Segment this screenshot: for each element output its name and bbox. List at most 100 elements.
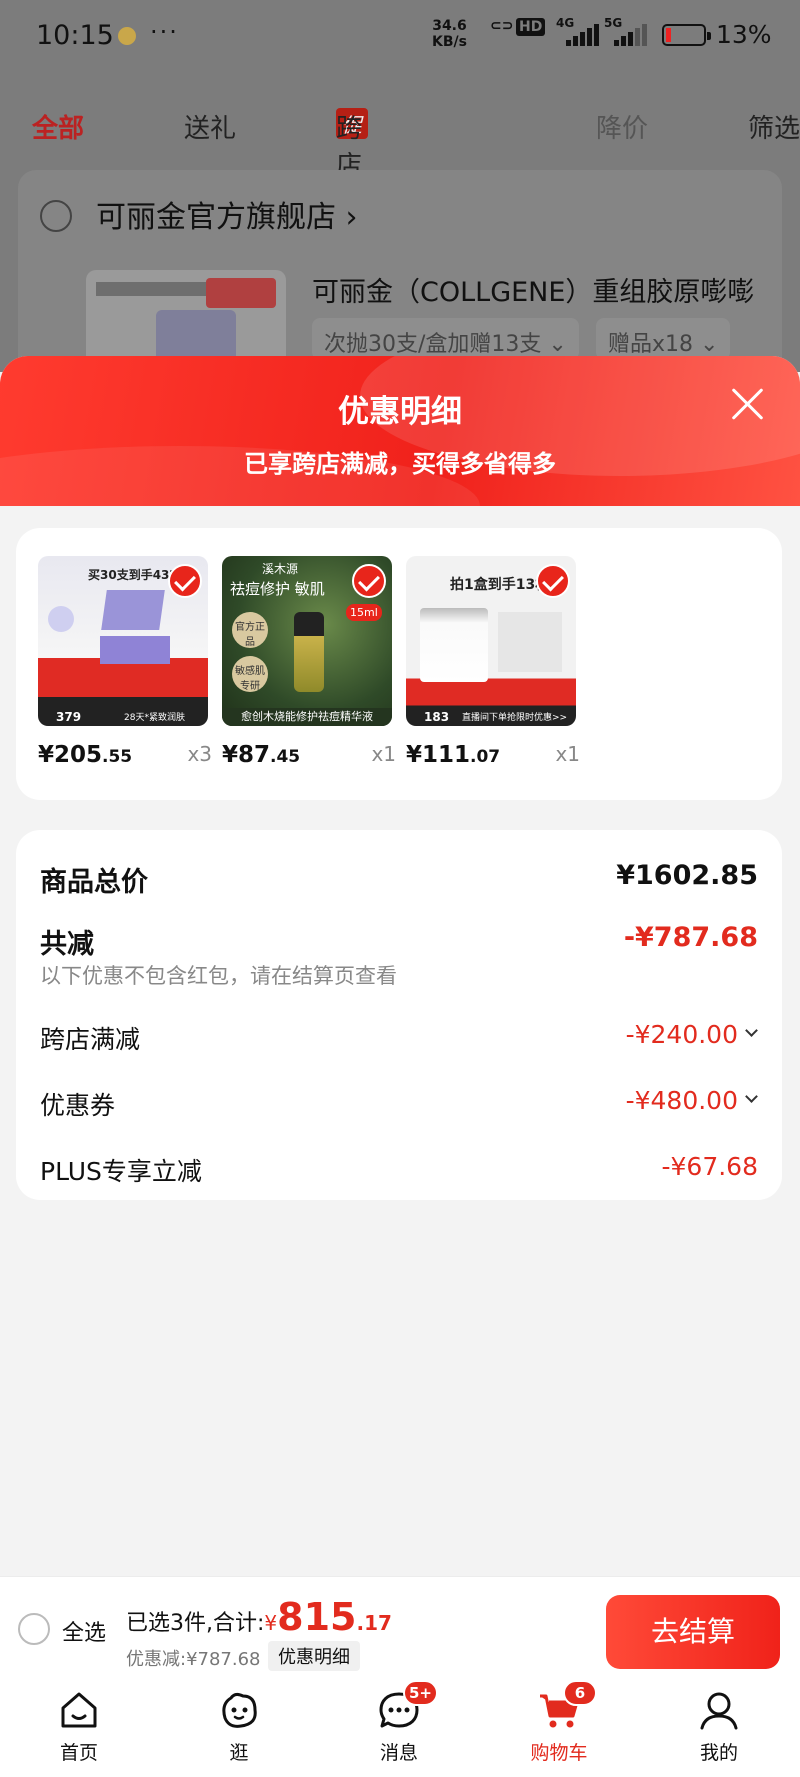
serum-bottle-image — [294, 612, 324, 692]
summary-prefix: 已选3件,合计: — [126, 1611, 265, 1636]
item-price-dec: .55 — [102, 747, 133, 767]
messages-badge: 5+ — [403, 1680, 439, 1706]
nav-item-browse[interactable]: 逛 — [194, 1688, 284, 1765]
selected-item[interactable]: 拍1盒到手13杯 183 直播间下单抢限时优惠>> ¥111.07 x1 — [406, 556, 580, 768]
item-price-dec: .07 — [470, 747, 501, 767]
item-price: ¥87.45 — [222, 742, 300, 768]
thumbnail-price: 379 — [56, 710, 82, 724]
battery-icon — [662, 24, 711, 46]
product-thumbnail[interactable]: 拍1盒到手13杯 183 直播间下单抢限时优惠>> — [406, 556, 576, 726]
gift-chip-text: 赠品x18 — [608, 332, 694, 357]
store-name[interactable]: 可丽金官方旗舰店 › — [96, 192, 358, 236]
selected-items-card: 买30支到手43支 379 28天*紧致润肤 ¥205.55 x3 溪木源 祛痘… — [16, 528, 782, 800]
home-icon — [57, 1688, 101, 1732]
bottom-nav: 首页 逛 5+ 消息 6 购物车 我的 — [0, 1678, 800, 1777]
tab-price-drop[interactable]: 降价 — [596, 108, 648, 145]
net-speed-unit: KB/s — [432, 34, 467, 50]
more-notifications-icon: ··· — [150, 18, 179, 46]
nav-label: 逛 — [229, 1742, 249, 1764]
selected-item[interactable]: 买30支到手43支 379 28天*紧致润肤 ¥205.55 x3 — [38, 556, 212, 768]
gift-chip[interactable]: 赠品x18 ⌄ — [596, 318, 731, 360]
thumbnail-badge: 敏感肌专研 — [232, 656, 268, 692]
item-price: ¥111.07 — [406, 742, 500, 768]
selected-item[interactable]: 溪木源 祛痘修护 敏肌 官方正品 敏感肌专研 15ml 愈创木烧能修护祛痘精华液… — [222, 556, 396, 768]
modal-title: 优惠明细 — [338, 394, 462, 430]
total-amount-int: 815 — [277, 1595, 357, 1639]
link-icon: ⊂⊃ — [490, 18, 514, 34]
checkout-summary: 已选3件,合计:¥815.17 — [126, 1595, 392, 1639]
thumbnail-footer: 直播间下单抢限时优惠>> — [462, 713, 568, 723]
net-speed: 34.6 KB/s — [432, 18, 467, 50]
item-price-dec: .45 — [270, 747, 301, 767]
hd-icon: HD — [516, 18, 546, 36]
total-amount-dec: .17 — [356, 1611, 392, 1635]
item-price-int: ¥205 — [38, 742, 103, 768]
check-icon — [168, 564, 202, 598]
nav-item-mine[interactable]: 我的 — [674, 1688, 764, 1765]
checkout-bar: 全选 已选3件,合计:¥815.17 优惠减:¥787.68 优惠明细 去结算 — [0, 1576, 800, 1678]
product-title[interactable]: 可丽金（COLLGENE）重组胶原嘭嘭 — [312, 270, 754, 309]
check-icon — [352, 564, 386, 598]
nav-item-cart[interactable]: 6 购物车 — [514, 1680, 604, 1765]
thumbnail-subtitle: 祛痘修护 敏肌 — [230, 580, 325, 598]
product-jar-image — [420, 608, 488, 682]
nav-item-messages[interactable]: 5+ 消息 — [354, 1680, 444, 1765]
total-reduction-row: 共减 -¥787.68 — [40, 922, 758, 961]
nav-item-home[interactable]: 首页 — [34, 1688, 124, 1765]
item-price-int: ¥87 — [222, 742, 271, 768]
select-all-label[interactable]: 全选 — [62, 1615, 106, 1647]
discount-note: 以下优惠不包含红包，请在结算页查看 — [40, 964, 397, 988]
product-leaflet-image — [498, 612, 562, 672]
thumbnail-badge: 官方正品 — [232, 612, 268, 648]
background-cart: 全部 送礼 促跨店满减 降价 筛选 可丽金官方旗舰店 › 可丽金（COLLGEN… — [0, 72, 800, 434]
product-spec-text: 次抛30支/盒加赠13支 — [324, 332, 542, 357]
item-quantity: x3 — [187, 742, 212, 766]
person-icon — [697, 1688, 741, 1732]
modal-subtitle: 已享跨店满减，买得多省得多 — [244, 450, 556, 478]
status-time: 10:15 — [36, 20, 114, 51]
product-thumbnail[interactable]: 溪木源 祛痘修护 敏肌 官方正品 敏感肌专研 15ml 愈创木烧能修护祛痘精华液 — [222, 556, 392, 726]
thumbnail-footer: 28天*紧致润肤 — [124, 713, 185, 723]
nav-label: 购物车 — [530, 1742, 588, 1764]
checkout-button[interactable]: 去结算 — [606, 1595, 780, 1669]
discount-value: -¥240.00 — [625, 1020, 738, 1049]
thumbnail-title: 拍1盒到手13杯 — [450, 577, 550, 593]
close-icon[interactable] — [730, 386, 766, 422]
discount-label: 优惠券 — [40, 1091, 116, 1120]
thumbnail-volume: 15ml — [346, 604, 382, 621]
store-radio[interactable] — [40, 200, 72, 232]
total-reduction-value: -¥787.68 — [623, 922, 758, 953]
tab-all[interactable]: 全部 — [32, 108, 84, 145]
discount-detail-modal: 优惠明细 已享跨店满减，买得多省得多 买30支到手43支 379 28天*紧致润… — [0, 356, 800, 1777]
total-price-row: 商品总价 ¥1602.85 — [40, 860, 758, 899]
face-icon — [217, 1688, 261, 1732]
price-breakdown-card: 商品总价 ¥1602.85 共减 -¥787.68 以下优惠不包含红包，请在结算… — [16, 830, 782, 1200]
item-price: ¥205.55 — [38, 742, 132, 768]
check-icon — [536, 564, 570, 598]
chevron-down-icon: ⌄ — [700, 332, 719, 357]
item-quantity: x1 — [371, 742, 396, 766]
product-thumbnail[interactable]: 买30支到手43支 379 28天*紧致润肤 — [38, 556, 208, 726]
discount-detail-link[interactable]: 优惠明细 — [268, 1641, 360, 1671]
discount-row-coupon[interactable]: 优惠券 -¥480.00 — [40, 1086, 758, 1122]
nav-label: 我的 — [699, 1742, 738, 1764]
notification-icon — [118, 27, 136, 45]
discount-value: -¥67.68 — [661, 1152, 759, 1181]
chevron-down-icon[interactable] — [745, 1024, 758, 1037]
status-bar: 10:15 ··· 34.6 KB/s ⊂⊃ HD 4G 5G 13% — [0, 0, 800, 72]
total-price-label: 商品总价 — [40, 867, 148, 898]
select-all-radio[interactable] — [18, 1613, 50, 1645]
cart-badge: 6 — [563, 1680, 597, 1706]
chevron-down-icon[interactable] — [745, 1090, 758, 1103]
discount-label: 跨店满减 — [40, 1025, 141, 1054]
cart-page: 10:15 ··· 34.6 KB/s ⊂⊃ HD 4G 5G 13% 全部 送礼… — [0, 0, 800, 1777]
item-price-int: ¥111 — [406, 742, 471, 768]
tab-filter[interactable]: 筛选 — [748, 108, 800, 145]
discount-row-plus: PLUS专享立减 -¥67.68 — [40, 1152, 758, 1188]
modal-header: 优惠明细 已享跨店满减，买得多省得多 — [0, 356, 800, 506]
discount-row-cross-store[interactable]: 跨店满减 -¥240.00 — [40, 1020, 758, 1056]
thumbnail-price: 183 — [424, 710, 450, 724]
tab-gift[interactable]: 送礼 — [184, 108, 236, 145]
total-reduction-label: 共减 — [40, 929, 94, 960]
product-spec-chip[interactable]: 次抛30支/盒加赠13支 ⌄ — [312, 318, 579, 360]
